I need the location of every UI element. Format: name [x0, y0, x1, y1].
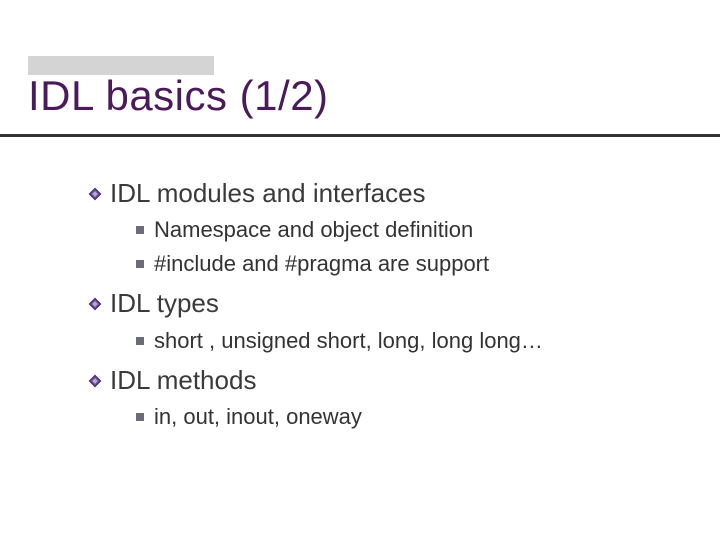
diamond-bullet-icon — [88, 297, 102, 311]
section-heading: IDL modules and interfaces — [88, 176, 690, 211]
slide: IDL basics (1/2) IDL modules and interfa… — [0, 0, 720, 540]
section-heading: IDL methods — [88, 363, 690, 398]
square-bullet-icon — [136, 226, 144, 234]
diamond-bullet-icon — [88, 187, 102, 201]
slide-title: IDL basics (1/2) — [28, 72, 329, 120]
square-bullet-icon — [136, 260, 144, 268]
square-bullet-icon — [136, 413, 144, 421]
list-item-text: in, out, inout, oneway — [154, 404, 362, 429]
section-items: Namespace and object definition #include… — [136, 215, 690, 278]
diamond-bullet-icon — [88, 374, 102, 388]
list-item-text: Namespace and object definition — [154, 217, 473, 242]
list-item-text: short , unsigned short, long, long long… — [154, 328, 543, 353]
title-underline — [0, 134, 720, 137]
list-item: short , unsigned short, long, long long… — [136, 326, 690, 356]
list-item: #include and #pragma are support — [136, 249, 690, 279]
section-heading-text: IDL modules and interfaces — [110, 178, 426, 208]
section-items: in, out, inout, oneway — [136, 402, 690, 432]
section-heading-text: IDL types — [110, 288, 219, 318]
list-item-text: #include and #pragma are support — [154, 251, 489, 276]
square-bullet-icon — [136, 337, 144, 345]
list-item: in, out, inout, oneway — [136, 402, 690, 432]
section-heading-text: IDL methods — [110, 365, 256, 395]
slide-content: IDL modules and interfaces Namespace and… — [88, 168, 690, 436]
section-items: short , unsigned short, long, long long… — [136, 326, 690, 356]
list-item: Namespace and object definition — [136, 215, 690, 245]
section-heading: IDL types — [88, 286, 690, 321]
